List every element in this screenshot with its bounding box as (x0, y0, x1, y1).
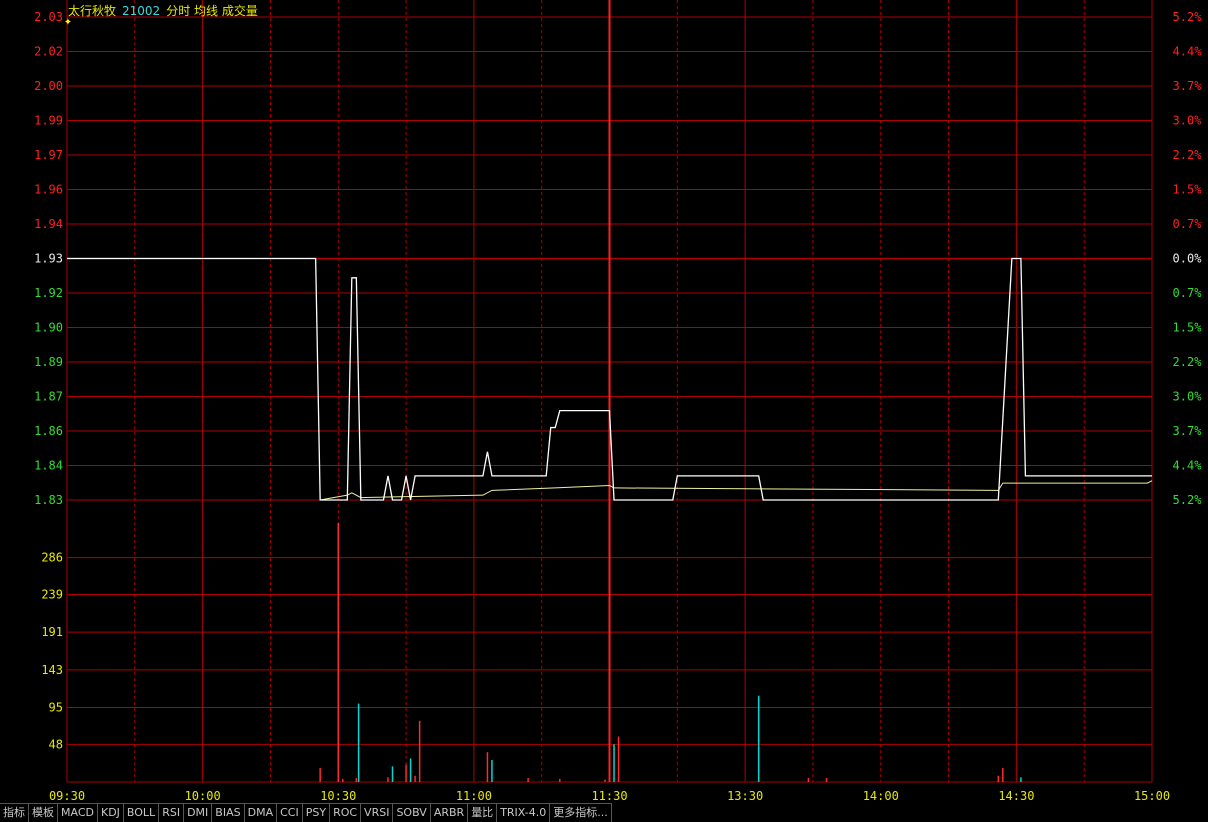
time-tick-label: 13:30 (727, 789, 763, 803)
percent-tick-label: 3.0% (1173, 390, 1203, 404)
toolbar-item[interactable]: RSI (159, 803, 185, 822)
toolbar-item[interactable]: KDJ (97, 803, 124, 822)
toolbar-item[interactable]: SOBV (393, 803, 431, 822)
price-tick-label: 2.03 (34, 10, 63, 24)
time-tick-label: 14:00 (863, 789, 899, 803)
indicator-toolbar: 指标 模板 MACD KDJ BOLL RSI DMI BIAS DMA CCI PSY ROC VRS… (0, 803, 612, 822)
price-tick-label: 1.96 (34, 183, 63, 197)
toolbar-item[interactable]: 指标 (0, 803, 29, 822)
toolbar-item[interactable]: DMI (184, 803, 213, 822)
price-tick-label: 1.93 (34, 252, 63, 266)
price-tick-label: 1.87 (34, 390, 63, 404)
percent-tick-label: 5.2% (1173, 10, 1203, 24)
stock-code: 21002 (122, 4, 161, 18)
toolbar-item[interactable]: DMA (244, 803, 278, 822)
price-tick-label: 2.02 (34, 45, 63, 59)
time-tick-label: 09:30 (49, 789, 85, 803)
percent-tick-label: 3.7% (1173, 424, 1203, 438)
volume-tick-label: 239 (41, 588, 63, 602)
percent-tick-label: 2.2% (1173, 355, 1203, 369)
indicator-list: 分时 均线 成交量 (166, 4, 258, 18)
price-tick-label: 1.83 (34, 493, 63, 507)
volume-tick-label: 48 (49, 737, 63, 751)
price-tick-label: 1.92 (34, 286, 63, 300)
toolbar-item[interactable]: MACD (58, 803, 98, 822)
toolbar-item[interactable]: BOLL (123, 803, 160, 822)
percent-tick-label: 3.0% (1173, 114, 1203, 128)
volume-tick-label: 191 (41, 625, 63, 639)
volume-tick-label: 143 (41, 663, 63, 677)
price-tick-label: 1.89 (34, 355, 63, 369)
toolbar-item[interactable]: ARBR (430, 803, 469, 822)
price-tick-label: 1.84 (34, 459, 63, 473)
chart-header: 太行秋牧 21002 分时 均线 成交量 (68, 2, 264, 19)
toolbar-item[interactable]: CCI (277, 803, 303, 822)
toolbar-item[interactable]: TRIX-4.0 (497, 803, 551, 822)
time-tick-label: 11:30 (591, 789, 627, 803)
price-tick-label: 1.86 (34, 424, 63, 438)
percent-tick-label: 0.0% (1173, 252, 1203, 266)
intraday-chart[interactable]: 2.03 5.2% 2.02 4.4% 2.00 3.7% 1.99 3.0% 1.97 2.2%… (0, 0, 1208, 822)
time-tick-label: 11:00 (456, 789, 492, 803)
toolbar-item[interactable]: BIAS (212, 803, 245, 822)
time-tick-label: 14:30 (998, 789, 1034, 803)
time-tick-label: 10:00 (185, 789, 221, 803)
percent-tick-label: 3.7% (1173, 79, 1203, 93)
percent-tick-label: 0.7% (1173, 286, 1203, 300)
toolbar-item[interactable]: 量比 (468, 803, 498, 822)
percent-tick-label: 1.5% (1173, 183, 1203, 197)
price-tick-label: 1.99 (34, 114, 63, 128)
price-tick-label: 1.97 (34, 148, 63, 162)
percent-tick-label: 1.5% (1173, 321, 1203, 335)
stock-name: 太行秋牧 (68, 4, 117, 18)
percent-tick-label: 0.7% (1173, 217, 1203, 231)
toolbar-item[interactable]: 更多指标... (550, 803, 612, 822)
volume-tick-label: 286 (41, 551, 63, 565)
toolbar-item[interactable]: ROC (330, 803, 362, 822)
time-tick-label: 15:00 (1134, 789, 1170, 803)
toolbar-item[interactable]: VRSI (361, 803, 394, 822)
toolbar-item[interactable]: PSY (302, 803, 331, 822)
percent-tick-label: 5.2% (1173, 493, 1203, 507)
price-tick-label: 1.94 (34, 217, 63, 231)
time-tick-label: 10:30 (320, 789, 356, 803)
star-icon[interactable]: ✦ (64, 15, 72, 28)
price-tick-label: 2.00 (34, 79, 63, 93)
percent-tick-label: 4.4% (1173, 459, 1203, 473)
average-price-line (320, 480, 1153, 501)
price-tick-label: 1.90 (34, 321, 63, 335)
toolbar-item[interactable]: 模板 (29, 803, 58, 822)
percent-tick-label: 2.2% (1173, 148, 1203, 162)
percent-tick-label: 4.4% (1173, 45, 1203, 59)
volume-tick-label: 95 (49, 700, 63, 714)
